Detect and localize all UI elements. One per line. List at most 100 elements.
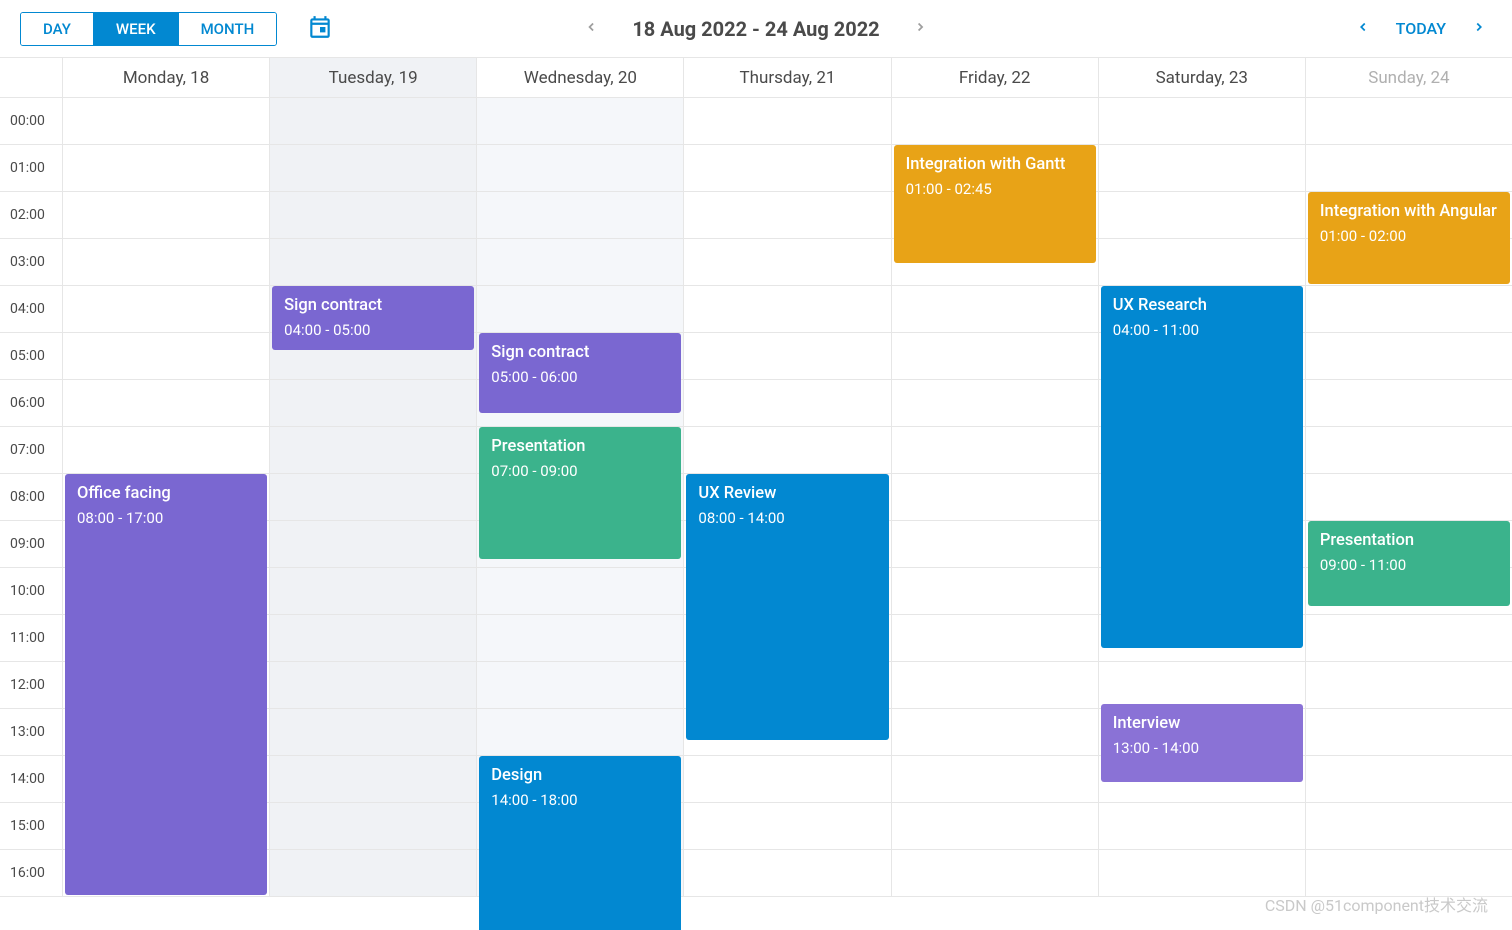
tab-day[interactable]: DAY — [21, 13, 94, 45]
hour-cell[interactable] — [1306, 756, 1512, 803]
event[interactable]: Office facing08:00 - 17:00 — [65, 474, 267, 895]
hour-cell[interactable] — [63, 192, 269, 239]
next-range-button[interactable] — [908, 13, 934, 44]
hour-cell[interactable] — [1306, 850, 1512, 897]
tab-week[interactable]: WEEK — [94, 13, 179, 45]
hour-cell[interactable] — [477, 709, 683, 756]
tab-month[interactable]: MONTH — [179, 13, 277, 45]
day-column[interactable]: UX Research04:00 - 11:00Interview13:00 -… — [1098, 98, 1305, 897]
event[interactable]: Integration with Angular01:00 - 02:00 — [1308, 192, 1510, 284]
hour-cell[interactable] — [1099, 192, 1305, 239]
hour-cell[interactable] — [270, 756, 476, 803]
hour-cell[interactable] — [270, 803, 476, 850]
hour-cell[interactable] — [477, 286, 683, 333]
hour-cell[interactable] — [1099, 662, 1305, 709]
day-header[interactable]: Thursday, 21 — [683, 58, 890, 97]
hour-cell[interactable] — [892, 615, 1098, 662]
hour-cell[interactable] — [1306, 333, 1512, 380]
hour-cell[interactable] — [892, 474, 1098, 521]
hour-cell[interactable] — [270, 709, 476, 756]
hour-cell[interactable] — [63, 427, 269, 474]
hour-cell[interactable] — [270, 380, 476, 427]
day-column[interactable]: Sign contract05:00 - 06:00 Presentation07… — [476, 98, 683, 897]
calendar-icon[interactable] — [307, 14, 333, 44]
hour-cell[interactable] — [270, 98, 476, 145]
day-header[interactable]: Sunday, 24 — [1305, 58, 1512, 97]
hour-cell[interactable] — [684, 803, 890, 850]
hour-cell[interactable] — [892, 521, 1098, 568]
hour-cell[interactable] — [892, 709, 1098, 756]
hour-cell[interactable] — [1306, 474, 1512, 521]
day-header[interactable]: Tuesday, 19 — [269, 58, 476, 97]
calendar-grid[interactable]: 00:0001:0002:0003:0004:0005:0006:0007:00… — [0, 98, 1512, 897]
hour-cell[interactable] — [270, 850, 476, 897]
hour-cell[interactable] — [477, 145, 683, 192]
hour-cell[interactable] — [892, 333, 1098, 380]
hour-cell[interactable] — [892, 380, 1098, 427]
hour-cell[interactable] — [1306, 709, 1512, 756]
hour-cell[interactable] — [63, 380, 269, 427]
hour-cell[interactable] — [892, 803, 1098, 850]
event[interactable]: Integration with Gantt01:00 - 02:45 — [894, 145, 1096, 263]
hour-cell[interactable] — [1306, 615, 1512, 662]
hour-cell[interactable] — [892, 568, 1098, 615]
event[interactable]: Sign contract04:00 - 05:00 — [272, 286, 474, 350]
hour-cell[interactable] — [1099, 239, 1305, 286]
hour-cell[interactable] — [684, 427, 890, 474]
hour-cell[interactable] — [270, 662, 476, 709]
hour-cell[interactable] — [270, 239, 476, 286]
today-button[interactable]: TODAY — [1396, 19, 1446, 38]
hour-cell[interactable] — [63, 239, 269, 286]
hour-cell[interactable] — [477, 192, 683, 239]
hour-cell[interactable] — [477, 98, 683, 145]
event[interactable]: Presentation09:00 - 11:00 — [1308, 521, 1510, 606]
hour-cell[interactable] — [684, 192, 890, 239]
hour-cell[interactable] — [892, 98, 1098, 145]
event[interactable]: Interview13:00 - 14:00 — [1101, 704, 1303, 782]
hour-cell[interactable] — [892, 662, 1098, 709]
event[interactable]: Sign contract05:00 - 06:00 — [479, 333, 681, 413]
hour-cell[interactable] — [892, 427, 1098, 474]
hour-cell[interactable] — [684, 145, 890, 192]
hour-cell[interactable] — [1306, 98, 1512, 145]
hour-cell[interactable] — [63, 286, 269, 333]
hour-cell[interactable] — [684, 286, 890, 333]
event[interactable]: Design14:00 - 18:00 — [479, 756, 681, 930]
hour-cell[interactable] — [270, 145, 476, 192]
hour-cell[interactable] — [477, 662, 683, 709]
hour-cell[interactable] — [477, 239, 683, 286]
day-header[interactable]: Monday, 18 — [62, 58, 269, 97]
hour-cell[interactable] — [1306, 380, 1512, 427]
next-week-button[interactable] — [1466, 13, 1492, 44]
day-column[interactable]: Sign contract04:00 - 05:00 — [269, 98, 476, 897]
hour-cell[interactable] — [270, 521, 476, 568]
hour-cell[interactable] — [684, 98, 890, 145]
hour-cell[interactable] — [684, 756, 890, 803]
hour-cell[interactable] — [270, 192, 476, 239]
hour-cell[interactable] — [270, 568, 476, 615]
hour-cell[interactable] — [63, 333, 269, 380]
hour-cell[interactable] — [477, 615, 683, 662]
day-column[interactable]: UX Review08:00 - 14:00 — [683, 98, 890, 897]
hour-cell[interactable] — [684, 380, 890, 427]
hour-cell[interactable] — [684, 239, 890, 286]
hour-cell[interactable] — [63, 98, 269, 145]
prev-week-button[interactable] — [1350, 13, 1376, 44]
hour-cell[interactable] — [1306, 145, 1512, 192]
prev-range-button[interactable] — [578, 13, 604, 44]
day-column[interactable]: Integration with Gantt01:00 - 02:45 — [891, 98, 1098, 897]
hour-cell[interactable] — [63, 145, 269, 192]
hour-cell[interactable] — [892, 850, 1098, 897]
day-header[interactable]: Friday, 22 — [891, 58, 1098, 97]
hour-cell[interactable] — [270, 615, 476, 662]
hour-cell[interactable] — [684, 333, 890, 380]
hour-cell[interactable] — [270, 474, 476, 521]
event[interactable]: Presentation07:00 - 09:00 — [479, 427, 681, 559]
hour-cell[interactable] — [1099, 98, 1305, 145]
hour-cell[interactable] — [1099, 803, 1305, 850]
hour-cell[interactable] — [1099, 145, 1305, 192]
hour-cell[interactable] — [892, 756, 1098, 803]
hour-cell[interactable] — [684, 850, 890, 897]
day-column[interactable]: Integration with Angular01:00 - 02:00 Pre… — [1305, 98, 1512, 897]
hour-cell[interactable] — [1306, 662, 1512, 709]
